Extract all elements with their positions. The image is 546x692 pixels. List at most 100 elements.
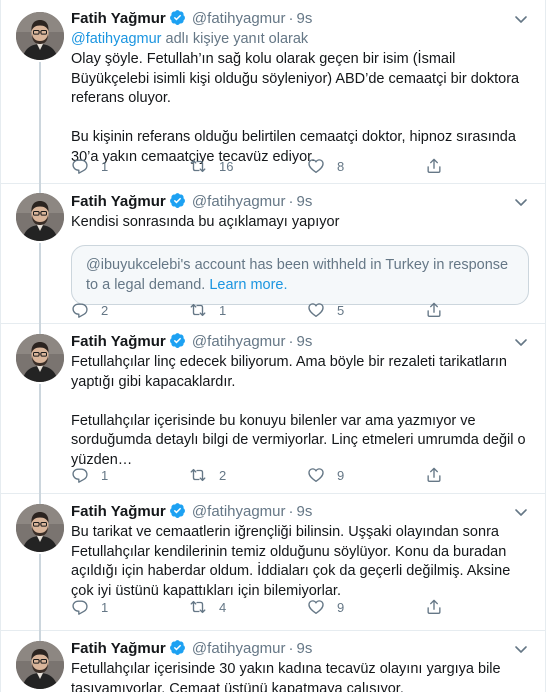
thread-line: [39, 494, 41, 504]
avatar[interactable]: [16, 12, 64, 60]
tweet-paragraph: Kendisi sonrasında bu açıklamayı yapıyor: [71, 214, 340, 230]
verified-badge-icon: [169, 639, 186, 662]
share-button[interactable]: [425, 597, 443, 617]
author-name[interactable]: Fatih Yağmur: [71, 503, 166, 520]
learn-more-link[interactable]: Learn more.: [209, 277, 287, 293]
tweet-text: Bu tarikat ve cemaatlerin iğrençliği bil…: [71, 523, 529, 601]
tweet-actions: 1 4 9: [71, 597, 431, 617]
reply-button[interactable]: 1: [71, 156, 108, 176]
tweet-paragraph: Bu tarikat ve cemaatlerin iğrençliği bil…: [71, 524, 515, 599]
thread-line: [39, 554, 41, 631]
thread-line: [39, 631, 41, 641]
tweet-thread: Fatih Yağmur @fatihyagmur · 9s @fatihyagmu…: [0, 0, 546, 692]
heart-icon: [307, 466, 325, 484]
tweet-text: Kendisi sonrasında bu açıklamayı yapıyor: [71, 213, 529, 233]
avatar[interactable]: [16, 193, 64, 241]
tweet-text: Fetullahçılar linç edecek biliyorum. Ama…: [71, 353, 529, 470]
like-button[interactable]: 5: [307, 300, 344, 320]
reply-button[interactable]: 2: [71, 300, 108, 320]
author-handle[interactable]: @fatihyagmur: [192, 193, 286, 210]
reply-icon: [71, 301, 89, 319]
chevron-down-icon[interactable]: [511, 332, 531, 352]
retweet-button[interactable]: 16: [189, 156, 233, 176]
replying-to-mention[interactable]: @fatihyagmur: [71, 31, 161, 47]
reply-count: 1: [101, 599, 109, 615]
chevron-down-icon[interactable]: [511, 9, 531, 29]
separator-dot: ·: [288, 10, 294, 27]
like-button[interactable]: 8: [307, 156, 344, 176]
author-name[interactable]: Fatih Yağmur: [71, 333, 166, 350]
reply-count: 1: [101, 467, 109, 483]
share-button[interactable]: [425, 156, 443, 176]
thread-line: [39, 384, 41, 494]
author-name[interactable]: Fatih Yağmur: [71, 10, 166, 27]
tweet-header: Fatih Yağmur @fatihyagmur · 9s: [71, 192, 529, 212]
tweet-header: Fatih Yağmur @fatihyagmur · 9s: [71, 639, 529, 659]
tweet-text: Olay şöyle. Fetullah’ın sağ kolu olarak …: [71, 50, 529, 167]
share-icon: [425, 466, 443, 484]
tweet[interactable]: Fatih Yağmur @fatihyagmur · 9s @fatihyagmu…: [1, 0, 545, 184]
separator-dot: ·: [288, 640, 294, 657]
reply-icon: [71, 157, 89, 175]
verified-badge-icon: [169, 192, 186, 215]
share-icon: [425, 301, 443, 319]
tweet-paragraph: Fetullahçılar linç edecek biliyorum. Ama…: [71, 354, 512, 390]
replying-to-label: adlı kişiye yanıt olarak: [161, 31, 309, 47]
author-handle[interactable]: @fatihyagmur: [192, 10, 286, 27]
share-icon: [425, 157, 443, 175]
chevron-down-icon[interactable]: [511, 639, 531, 659]
timestamp[interactable]: 9s: [297, 333, 313, 350]
author-handle[interactable]: @fatihyagmur: [192, 640, 286, 657]
timestamp[interactable]: 9s: [297, 193, 313, 210]
timestamp[interactable]: 9s: [297, 503, 313, 520]
share-icon: [425, 598, 443, 616]
chevron-down-icon[interactable]: [511, 502, 531, 522]
tweet-text: Fetullahçılar içerisinde 30 yakın kadına…: [71, 660, 529, 692]
author-name[interactable]: Fatih Yağmur: [71, 193, 166, 210]
retweet-button[interactable]: 4: [189, 597, 226, 617]
tweet[interactable]: Fatih Yağmur @fatihyagmur · 9s Bu tarikat …: [1, 494, 545, 631]
tweet-header: Fatih Yağmur @fatihyagmur · 9s: [71, 332, 529, 352]
timestamp[interactable]: 9s: [297, 10, 313, 27]
tweet-paragraph: Olay şöyle. Fetullah’ın sağ kolu olarak …: [71, 51, 524, 106]
thread-line: [39, 243, 41, 324]
reply-count: 2: [101, 302, 109, 318]
tweet[interactable]: Fatih Yağmur @fatihyagmur · 9s Kendisi son…: [1, 184, 545, 324]
retweet-count: 2: [219, 467, 227, 483]
avatar[interactable]: [16, 641, 64, 689]
retweet-button[interactable]: 2: [189, 465, 226, 485]
tweet-actions: 1 16 8: [71, 156, 431, 176]
tweet-header: Fatih Yağmur @fatihyagmur · 9s: [71, 9, 529, 29]
timestamp[interactable]: 9s: [297, 640, 313, 657]
reply-count: 1: [101, 158, 109, 174]
replying-to: @fatihyagmur adlı kişiye yanıt olarak: [71, 30, 529, 49]
retweet-icon: [189, 301, 207, 319]
like-count: 8: [337, 158, 345, 174]
heart-icon: [307, 598, 325, 616]
author-name[interactable]: Fatih Yağmur: [71, 640, 166, 657]
chevron-down-icon[interactable]: [511, 192, 531, 212]
withheld-account-notice: @ibuyukcelebi's account has been withhel…: [71, 244, 529, 305]
like-button[interactable]: 9: [307, 465, 344, 485]
separator-dot: ·: [288, 193, 294, 210]
like-button[interactable]: 9: [307, 597, 344, 617]
thread-line: [39, 184, 41, 193]
avatar[interactable]: [16, 334, 64, 382]
withheld-notice-text: @ibuyukcelebi's account has been withhel…: [86, 256, 509, 293]
reply-button[interactable]: 1: [71, 465, 108, 485]
reply-icon: [71, 598, 89, 616]
tweet[interactable]: Fatih Yağmur @fatihyagmur · 9s Fetullahçıl…: [1, 324, 545, 494]
verified-badge-icon: [169, 332, 186, 355]
share-button[interactable]: [425, 465, 443, 485]
retweet-button[interactable]: 1: [189, 300, 226, 320]
tweet-actions: 1 2 9: [71, 465, 431, 485]
tweet-actions: 2 1 5: [71, 300, 431, 320]
share-button[interactable]: [425, 300, 443, 320]
author-handle[interactable]: @fatihyagmur: [192, 333, 286, 350]
tweet[interactable]: Fatih Yağmur @fatihyagmur · 9s Fetullahçıl…: [1, 631, 545, 692]
avatar[interactable]: [16, 504, 64, 552]
retweet-icon: [189, 157, 207, 175]
retweet-count: 16: [219, 158, 234, 174]
author-handle[interactable]: @fatihyagmur: [192, 503, 286, 520]
reply-button[interactable]: 1: [71, 597, 108, 617]
